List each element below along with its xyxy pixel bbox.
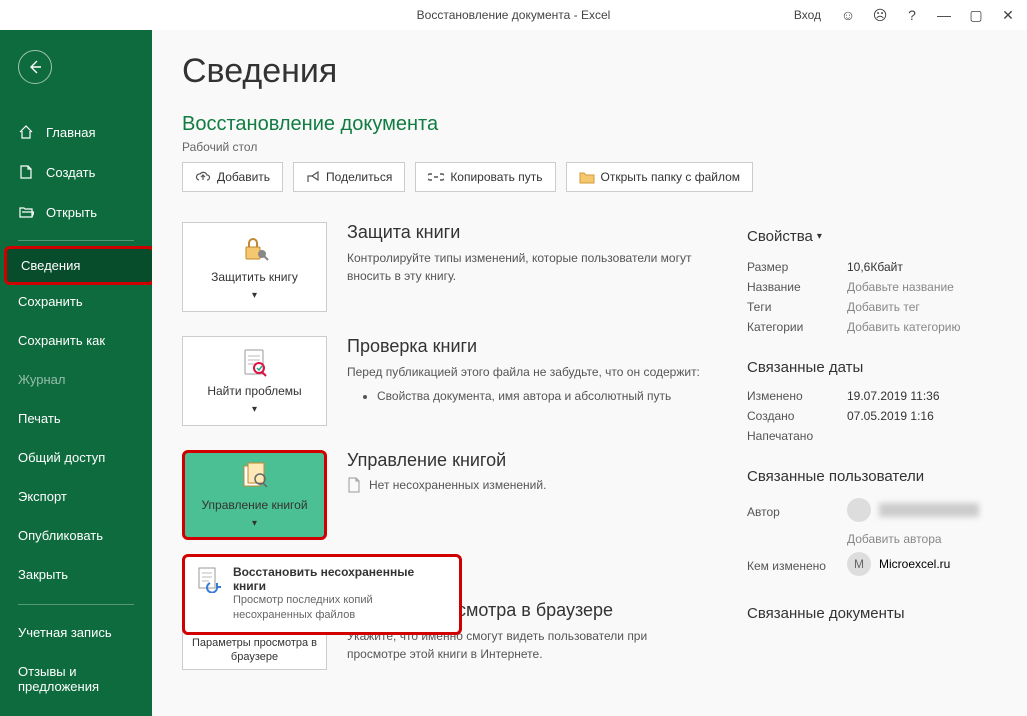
prop-modified: 19.07.2019 11:36 [847, 389, 940, 403]
prop-lastmodified-by: MMicroexcel.ru [847, 552, 950, 576]
recover-icon [195, 565, 223, 593]
inspect-section: Найти проблемы ▾ Проверка книги Перед пу… [182, 336, 707, 426]
sidebar-item-print[interactable]: Печать [0, 399, 152, 438]
face-happy-icon[interactable]: ☺ [833, 0, 863, 30]
prop-author [847, 498, 979, 522]
sidebar-item-open[interactable]: Открыть [0, 192, 152, 232]
avatar-icon: M [847, 552, 871, 576]
sidebar-item-share[interactable]: Общий доступ [0, 438, 152, 477]
document-name: Восстановление документа [182, 113, 997, 136]
copy-path-button[interactable]: Копировать путь [415, 162, 555, 192]
lock-icon [238, 232, 272, 266]
sidebar-label: Сохранить как [18, 333, 105, 348]
protect-desc: Контролируйте типы изменений, которые по… [347, 249, 707, 285]
protect-section: Защитить книгу ▾ Защита книги Контролиру… [182, 222, 707, 312]
new-icon [18, 164, 34, 180]
sidebar-item-save[interactable]: Сохранить [0, 282, 152, 321]
prop-size: 10,6Кбайт [847, 260, 903, 274]
sidebar-item-export[interactable]: Экспорт [0, 477, 152, 516]
sidebar-label: Учетная запись [18, 625, 112, 640]
manage-section: Управление книгой ▾ Управление книгой Не… [182, 450, 707, 540]
backstage-sidebar: Главная Создать Открыть Сведения Сохрани… [0, 30, 152, 716]
versions-icon [238, 460, 272, 494]
related-documents-heading: Связанные документы [747, 605, 997, 622]
open-folder-button[interactable]: Открыть папку с файлом [566, 162, 754, 192]
sidebar-label: Главная [46, 125, 95, 140]
arrow-left-icon [27, 59, 43, 75]
related-people-heading: Связанные пользователи [747, 468, 997, 485]
manage-workbook-button[interactable]: Управление книгой ▾ [182, 450, 327, 540]
properties-heading[interactable]: Свойства ▾ [747, 228, 822, 245]
sidebar-label: Сохранить [18, 294, 83, 309]
sidebar-item-new[interactable]: Создать [0, 152, 152, 192]
sidebar-label: Закрыть [18, 567, 68, 582]
signin-button[interactable]: Вход [784, 0, 831, 30]
sidebar-item-saveas[interactable]: Сохранить как [0, 321, 152, 360]
sidebar-label: Журнал [18, 372, 65, 387]
recover-unsaved-menu-item[interactable]: Восстановить несохраненные книги Просмот… [182, 554, 462, 635]
sidebar-item-history: Журнал [0, 360, 152, 399]
sidebar-item-close[interactable]: Закрыть [0, 555, 152, 594]
sidebar-label: Экспорт [18, 489, 67, 504]
sidebar-label: Опубликовать [18, 528, 103, 543]
chevron-down-icon: ▾ [252, 517, 257, 530]
doc-icon [347, 477, 361, 493]
add-author-input[interactable]: Добавить автора [847, 532, 942, 546]
maximize-button[interactable]: ▢ [961, 0, 991, 30]
cloud-upload-icon [195, 170, 211, 184]
manage-desc: Нет несохраненных изменений. [347, 477, 707, 493]
inspect-workbook-button[interactable]: Найти проблемы ▾ [182, 336, 327, 426]
back-button[interactable] [18, 50, 52, 84]
share-button[interactable]: Поделиться [293, 162, 405, 192]
home-icon [18, 124, 34, 140]
prop-title-input[interactable]: Добавьте название [847, 280, 954, 294]
inspect-icon [238, 346, 272, 380]
inspect-heading: Проверка книги [347, 336, 707, 357]
sidebar-item-feedback[interactable]: Отзывы и предложения [0, 652, 152, 706]
protect-workbook-button[interactable]: Защитить книгу ▾ [182, 222, 327, 312]
chevron-down-icon: ▾ [252, 289, 257, 302]
sidebar-item-account[interactable]: Учетная запись [0, 613, 152, 652]
inspect-desc: Перед публикацией этого файла не забудьт… [347, 363, 707, 405]
sidebar-label: Сведения [21, 258, 80, 273]
share-icon [306, 170, 320, 184]
properties-panel: Свойства ▾ Размер10,6Кбайт НазваниеДобав… [747, 222, 997, 694]
sidebar-label: Печать [18, 411, 61, 426]
related-dates-heading: Связанные даты [747, 359, 997, 376]
manage-heading: Управление книгой [347, 450, 707, 471]
chevron-down-icon: ▾ [252, 403, 257, 416]
sidebar-label: Создать [46, 165, 95, 180]
close-button[interactable]: ✕ [993, 0, 1023, 30]
chevron-down-icon: ▾ [817, 231, 822, 242]
titlebar: Восстановление документа - Excel Вход ☺ … [0, 0, 1027, 30]
prop-tags-input[interactable]: Добавить тег [847, 300, 920, 314]
page-title: Сведения [182, 52, 997, 91]
recover-desc: Просмотр последних копий несохраненных ф… [233, 593, 449, 624]
sidebar-label: Открыть [46, 205, 97, 220]
content-area: Сведения Восстановление документа Рабочи… [152, 30, 1027, 716]
prop-created: 07.05.2019 1:16 [847, 409, 934, 423]
doc-toolbar: Добавить Поделиться Копировать путь Откр… [182, 162, 997, 192]
open-icon [18, 204, 34, 220]
link-icon [428, 171, 444, 183]
face-sad-icon[interactable]: ☹ [865, 0, 895, 30]
help-icon[interactable]: ? [897, 0, 927, 30]
sidebar-item-publish[interactable]: Опубликовать [0, 516, 152, 555]
recover-title: Восстановить несохраненные книги [233, 565, 449, 593]
sidebar-label: Общий доступ [18, 450, 105, 465]
avatar-icon [847, 498, 871, 522]
sidebar-item-info[interactable]: Сведения [4, 246, 155, 285]
folder-icon [579, 171, 595, 184]
document-path: Рабочий стол [182, 140, 997, 154]
sidebar-item-home[interactable]: Главная [0, 112, 152, 152]
minimize-button[interactable]: — [929, 0, 959, 30]
sidebar-label: Отзывы и предложения [18, 664, 134, 694]
prop-categories-input[interactable]: Добавить категорию [847, 320, 961, 334]
protect-heading: Защита книги [347, 222, 707, 243]
upload-button[interactable]: Добавить [182, 162, 283, 192]
